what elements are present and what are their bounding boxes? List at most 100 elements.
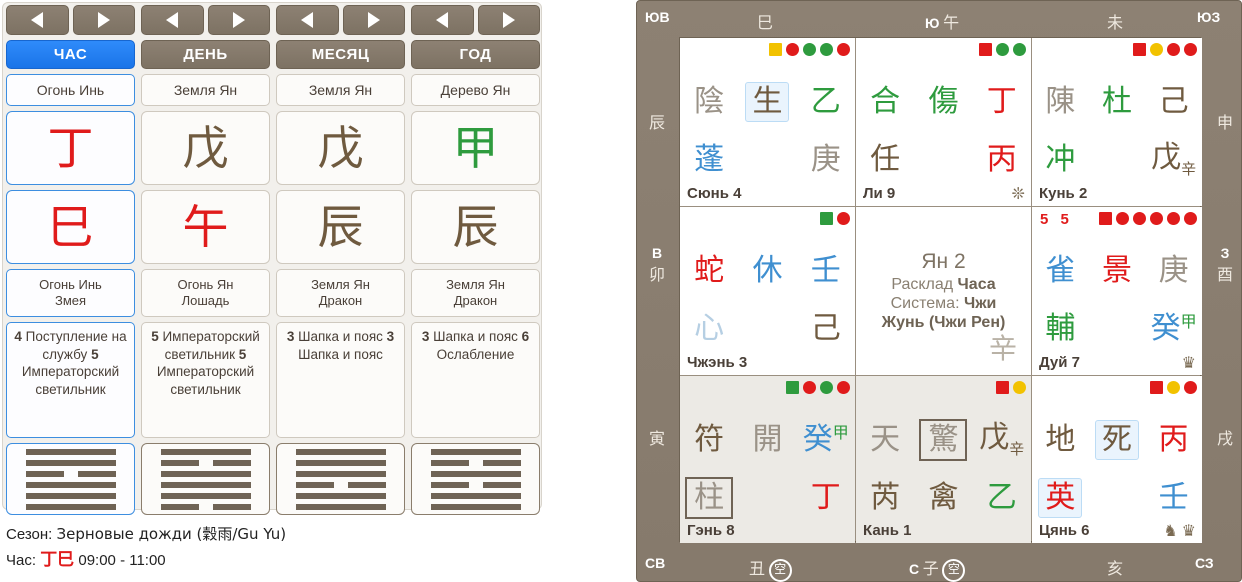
pillar-stem-glyph[interactable]: 丁 (6, 111, 135, 185)
board-glyph[interactable]: 癸甲 (1151, 311, 1197, 346)
board-glyph[interactable]: 壬 (811, 253, 841, 288)
board-glyph[interactable]: 丁 (987, 84, 1017, 119)
board-glyph[interactable]: 天 (870, 422, 900, 457)
board-glyph[interactable]: 合 (870, 84, 900, 119)
board-glyph[interactable]: 丙 (1159, 422, 1189, 457)
cell-glyph-slot: 庚 (1145, 256, 1202, 286)
pillar-branch-glyph[interactable]: 辰 (411, 190, 540, 264)
hexagram[interactable] (141, 443, 270, 515)
pillar-branch-glyph[interactable]: 辰 (276, 190, 405, 264)
board-glyph[interactable]: 冲 (1045, 142, 1075, 177)
pillar-stem-glyph[interactable]: 甲 (411, 111, 540, 185)
pillar-stem-glyph[interactable]: 戊 (141, 111, 270, 185)
corner-label-nw: СЗ (1195, 555, 1214, 571)
star-number: 4 (14, 329, 22, 344)
hexagram[interactable] (6, 443, 135, 515)
pillar-prev-button[interactable] (141, 5, 204, 35)
board-glyph[interactable]: 英 (1038, 478, 1083, 518)
board-glyph[interactable]: 符 (694, 422, 724, 457)
board-glyph[interactable]: 芮 (870, 480, 900, 515)
board-top-edge: ЮВ 巳 Ю 午 未 ЮЗ (637, 1, 1241, 35)
hexagram-line-solid (295, 492, 386, 499)
hexagram-line-broken (430, 459, 521, 466)
board-glyph[interactable]: 心 (694, 311, 724, 346)
board-cell[interactable]: 地死丙英壬 Цянь 6 ♞ ♛ (1032, 376, 1202, 543)
pillar-next-button[interactable] (72, 5, 135, 35)
board-glyph[interactable]: 柱 (685, 477, 734, 519)
center-system-line2: Жунь (Чжи Рен) (881, 314, 1006, 332)
marker-dot (1013, 43, 1026, 56)
board-glyph[interactable]: 雀 (1045, 253, 1075, 288)
pillar-branch-glyph[interactable]: 巳 (6, 190, 135, 264)
board-glyph[interactable]: 戊辛 (1151, 140, 1197, 178)
board-glyph[interactable]: 任 (870, 142, 900, 177)
board-cell[interactable]: 陳杜己冲 戊辛 Кунь 2 (1032, 38, 1202, 206)
pillar-next-button[interactable] (207, 5, 270, 35)
board-glyph[interactable]: 陰 (694, 84, 724, 119)
board-glyph[interactable]: 休 (752, 253, 782, 288)
board-glyph[interactable]: 癸甲 (803, 422, 849, 457)
cell-palace-name: Цянь 6 (1039, 522, 1090, 539)
glyph-highlight: 死 (1094, 420, 1139, 460)
board-glyph[interactable]: 輔 (1045, 311, 1075, 346)
cell-glyph-slot: 陳 (1032, 87, 1089, 117)
board-glyph[interactable]: 地 (1045, 422, 1075, 457)
board-cell[interactable]: 合傷丁任 丙 Ли 9 ❊ (856, 38, 1031, 206)
hexagram-line-solid (160, 470, 251, 477)
pillar-stars: 3 Шапка и пояс 3 Шапка и пояс (276, 322, 405, 438)
pillar-prev-button[interactable] (276, 5, 339, 35)
board-glyph[interactable]: 蓬 (694, 142, 724, 177)
pillar-title-1[interactable]: ЧАС (6, 40, 135, 69)
hexagram[interactable] (411, 443, 540, 515)
board-glyph[interactable]: 景 (1102, 253, 1132, 288)
hexagram-line-solid (160, 448, 251, 455)
hexagram-line-solid (25, 492, 116, 499)
board-glyph[interactable]: 死 (1094, 420, 1139, 460)
pillar-title-4[interactable]: ГОД (411, 40, 540, 69)
pillar-prev-button[interactable] (6, 5, 69, 35)
board-glyph[interactable]: 蛇 (694, 253, 724, 288)
board-glyph[interactable]: 戊辛 (979, 420, 1024, 457)
board-glyph[interactable]: 杜 (1102, 84, 1132, 119)
arrow-right-icon (367, 12, 380, 28)
cell-row-upper: 蛇休壬 (680, 243, 855, 299)
pillar-element: Дерево Ян (411, 74, 540, 106)
board-cell[interactable]: 天驚戊辛芮禽乙 Кань 1 (856, 376, 1031, 543)
board-glyph[interactable]: 丙 (987, 142, 1017, 177)
board-glyph[interactable]: 開 (752, 422, 782, 457)
board-cell[interactable]: 蛇休壬心己 Чжэнь 3 (680, 207, 855, 375)
board-cell[interactable]: 陰生乙蓬庚 Сюнь 4 (680, 38, 855, 206)
board-glyph[interactable]: 乙 (811, 84, 841, 119)
board-glyph[interactable]: 庚 (1159, 253, 1189, 288)
board-cell[interactable]: 符開癸甲柱丁 Гэнь 8 (680, 376, 855, 543)
board-glyph[interactable]: 陳 (1045, 84, 1075, 119)
marker-dot (820, 43, 833, 56)
pillar-stars: 4 Поступле­ние на служ­бу 5 Император­ск… (6, 322, 135, 438)
board-glyph[interactable]: 禽 (928, 480, 958, 515)
board-glyph[interactable]: 乙 (987, 480, 1017, 515)
cell-icons: ❊ (1012, 187, 1025, 203)
pillar-next-button[interactable] (477, 5, 540, 35)
center-title: Ян 2 (921, 249, 966, 273)
pillar-title-3[interactable]: МЕСЯЦ (276, 40, 405, 69)
board-glyph[interactable]: 己 (811, 311, 841, 346)
cell-row-upper: 天驚戊辛 (856, 412, 1031, 468)
cell-palace-name: Ли 9 (863, 185, 896, 202)
pillar-next-button[interactable] (342, 5, 405, 35)
glyph-subscript: 辛 (1181, 160, 1197, 178)
hexagram[interactable] (276, 443, 405, 515)
board-cell[interactable]: 5 5 雀景庚輔 癸甲 Дуй 7 ♛ (1032, 207, 1202, 375)
pillar-title-2[interactable]: ДЕНЬ (141, 40, 270, 69)
board-glyph[interactable]: 傷 (928, 84, 958, 119)
marker-square (1099, 212, 1112, 225)
board-glyph[interactable]: 生 (745, 82, 790, 122)
board-glyph[interactable]: 庚 (811, 142, 841, 177)
board-glyph[interactable]: 丁 (811, 480, 841, 515)
pillar-stem-glyph[interactable]: 戊 (276, 111, 405, 185)
board-glyph[interactable]: 壬 (1159, 480, 1189, 515)
board-glyph[interactable]: 驚 (919, 419, 968, 461)
pillar-branch-glyph[interactable]: 午 (141, 190, 270, 264)
marker-dot (1013, 381, 1026, 394)
pillar-prev-button[interactable] (411, 5, 474, 35)
board-glyph[interactable]: 己 (1159, 84, 1189, 119)
